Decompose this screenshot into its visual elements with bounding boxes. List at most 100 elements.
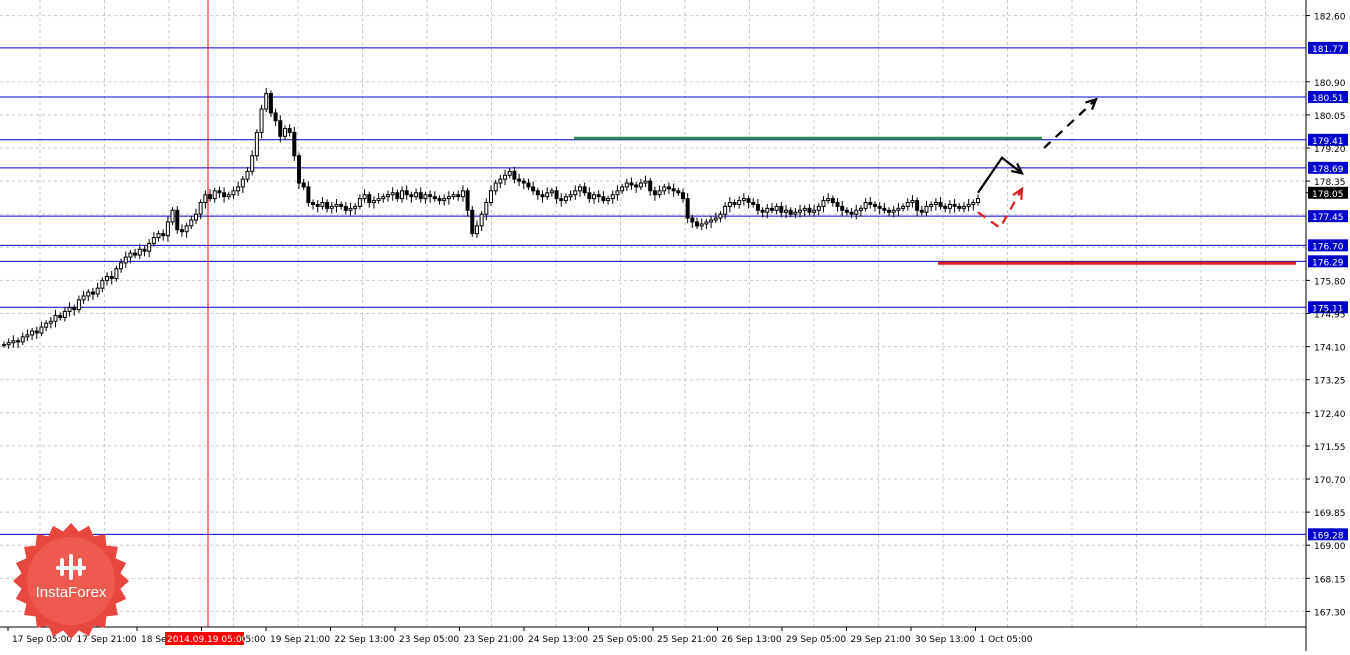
crosshair-time-label: 2014.09.19 05:00 bbox=[167, 635, 248, 645]
candle-body bbox=[245, 170, 250, 180]
candle-body bbox=[648, 180, 653, 192]
candle-body bbox=[72, 307, 77, 311]
candle-body bbox=[896, 207, 901, 211]
candle-body bbox=[858, 207, 863, 211]
candle-body bbox=[165, 221, 170, 237]
candle-body bbox=[203, 194, 208, 204]
candle-body bbox=[545, 192, 550, 198]
logo-badge-icon bbox=[13, 523, 129, 639]
candle-body bbox=[208, 194, 213, 200]
chart-canvas[interactable]: 182.60181.77180.90180.51180.05179.41179.… bbox=[0, 0, 1350, 651]
price-tick-label: 174.95 bbox=[1314, 311, 1346, 321]
candle-body bbox=[887, 209, 892, 213]
price-tick-label: 178.35 bbox=[1314, 178, 1346, 188]
candle-body bbox=[830, 198, 835, 204]
price-tick-label: 169.00 bbox=[1314, 542, 1346, 552]
candle-body bbox=[390, 192, 395, 196]
candle-body bbox=[587, 192, 592, 200]
candle-body bbox=[109, 276, 114, 279]
time-tick-label: 29 Sep 05:00 bbox=[786, 635, 846, 645]
candle-body bbox=[784, 209, 789, 213]
candle-body bbox=[90, 291, 95, 295]
candle-body bbox=[521, 180, 526, 184]
candle-body bbox=[929, 203, 934, 207]
level-price-label: 176.29 bbox=[1312, 258, 1344, 268]
candle-body bbox=[526, 182, 531, 188]
candle-body bbox=[474, 225, 479, 235]
candle-body bbox=[315, 203, 320, 207]
time-tick-label: 1 Oct 05:00 bbox=[980, 635, 1033, 645]
candle-body bbox=[662, 186, 667, 192]
candle-body bbox=[404, 190, 409, 196]
candle-body bbox=[517, 178, 522, 182]
candle-body bbox=[933, 202, 938, 205]
candle-body bbox=[709, 219, 714, 223]
candle-body bbox=[765, 207, 770, 213]
candle-body bbox=[179, 229, 184, 233]
candle-body bbox=[760, 209, 765, 213]
candle-body bbox=[100, 279, 105, 289]
price-chart[interactable]: 182.60 181.77 180.90 180.51 180.05 179.41 179.… bbox=[0, 0, 1350, 651]
candle-body bbox=[320, 202, 325, 207]
candle-body bbox=[905, 202, 910, 207]
candle-body bbox=[311, 202, 316, 205]
candle-body bbox=[385, 194, 390, 198]
level-price-label: 176.70 bbox=[1312, 242, 1344, 252]
forecast-arrows-layer bbox=[977, 97, 1098, 230]
candle-body bbox=[231, 190, 236, 196]
candle-body bbox=[812, 209, 817, 213]
price-tick-label: 180.90 bbox=[1314, 79, 1346, 89]
price-tick-label: 171.55 bbox=[1314, 443, 1346, 453]
candle-body bbox=[184, 225, 189, 233]
candle-body bbox=[119, 262, 124, 270]
candle-body bbox=[769, 207, 774, 211]
candle-body bbox=[11, 340, 16, 344]
price-tick-label: 169.85 bbox=[1314, 509, 1346, 519]
candle-body bbox=[568, 194, 573, 198]
candle-body bbox=[868, 202, 873, 205]
candle-body bbox=[554, 190, 559, 200]
time-tick-label: 26 Sep 13:00 bbox=[722, 635, 782, 645]
candle-body bbox=[193, 213, 198, 221]
candle-body bbox=[882, 207, 887, 211]
candle-body bbox=[535, 190, 540, 196]
candle-body bbox=[629, 182, 634, 186]
logo-text: InstaForex bbox=[35, 584, 107, 601]
candle-body bbox=[409, 194, 414, 198]
candle-body bbox=[282, 128, 287, 137]
time-tick-label: 23 Sep 21:00 bbox=[464, 635, 524, 645]
candle-body bbox=[503, 174, 508, 180]
candle-body bbox=[938, 202, 943, 207]
candle-body bbox=[971, 202, 976, 205]
candle-body bbox=[723, 205, 728, 215]
candle-body bbox=[446, 196, 451, 200]
candle-body bbox=[273, 112, 278, 122]
candle-body bbox=[325, 202, 330, 209]
candle-body bbox=[76, 299, 81, 311]
candle-body bbox=[549, 190, 554, 194]
candle-body bbox=[952, 203, 957, 207]
candle-body bbox=[156, 233, 161, 239]
candle-body bbox=[947, 203, 952, 209]
candle-body bbox=[924, 205, 929, 213]
candle-body bbox=[966, 203, 971, 207]
candle-body bbox=[718, 213, 723, 219]
candle-body bbox=[334, 203, 339, 207]
candle-body bbox=[20, 336, 25, 343]
candle-body bbox=[367, 194, 372, 204]
candle-body bbox=[170, 209, 175, 223]
candle-body bbox=[460, 190, 465, 198]
time-tick-label: 25 Sep 21:00 bbox=[657, 635, 717, 645]
candle-body bbox=[292, 131, 297, 157]
axes-layer bbox=[0, 0, 1310, 651]
candle-body bbox=[704, 221, 709, 225]
candle-body bbox=[910, 200, 915, 204]
candle-body bbox=[25, 334, 30, 338]
candle-body bbox=[222, 192, 227, 198]
candle-body bbox=[306, 186, 311, 204]
candle-body bbox=[699, 223, 704, 227]
candle-body bbox=[690, 217, 695, 223]
candle-body bbox=[821, 200, 826, 207]
candle-body bbox=[915, 200, 920, 211]
candle-body bbox=[582, 186, 587, 194]
